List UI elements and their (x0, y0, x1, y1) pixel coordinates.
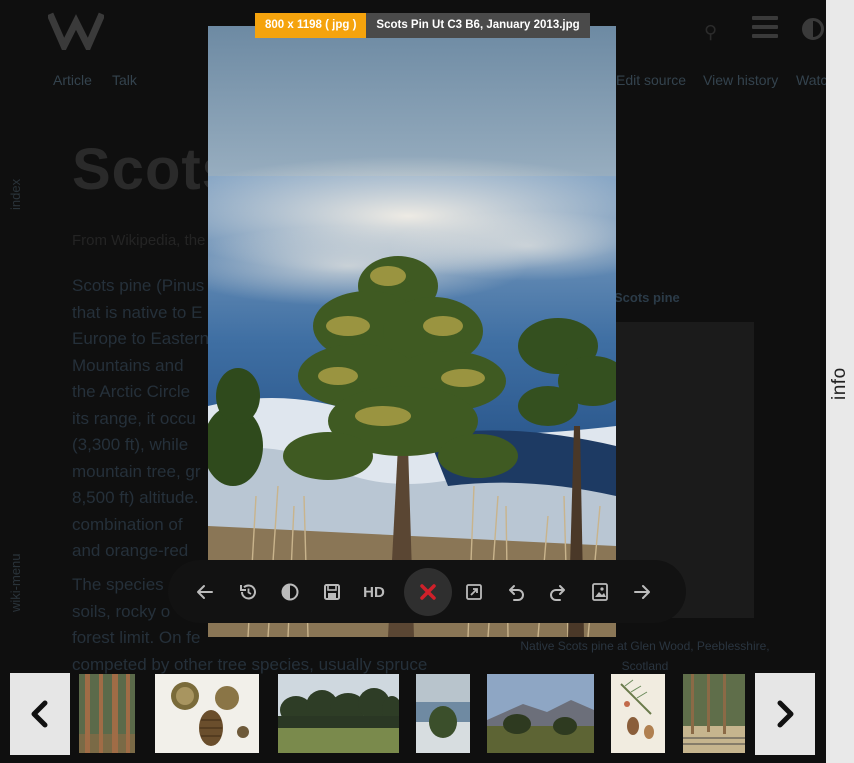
rotate-right-button[interactable] (543, 577, 573, 607)
previous-image-button[interactable] (190, 577, 220, 607)
tab-view-history[interactable]: View history (703, 72, 778, 88)
hd-button[interactable]: HD (359, 577, 389, 607)
arrow-right-icon (634, 585, 650, 599)
menu-icon[interactable] (752, 16, 778, 38)
rotate-left-icon (509, 585, 524, 601)
tab-talk[interactable]: Talk (112, 72, 137, 88)
thumbnail-heath-mountain[interactable] (487, 674, 594, 753)
thumbnail-pine-cones[interactable] (155, 674, 259, 753)
page-subtitle: From Wikipedia, the (72, 232, 206, 249)
thumbnail-strip (0, 672, 826, 756)
thumbnails-next-button[interactable] (755, 673, 815, 755)
save-icon (324, 584, 340, 600)
tab-article[interactable]: Article (53, 72, 92, 88)
open-original-button[interactable] (459, 577, 489, 607)
thumbnail-forest-trunks[interactable] (79, 674, 135, 753)
chevron-left-icon (31, 700, 48, 728)
infobox-caption: Native Scots pine at Glen Wood, Peebless… (510, 636, 780, 676)
rotate-left-button[interactable] (501, 577, 531, 607)
arrow-left-icon (197, 585, 213, 599)
thumbnails-prev-button[interactable] (10, 673, 70, 755)
image-info-button[interactable] (585, 577, 615, 607)
image-dimensions: 800 x 1198 ( jpg ) (255, 13, 367, 38)
chevron-right-icon (777, 700, 794, 728)
main-viewer-image[interactable] (208, 26, 616, 637)
contrast-button[interactable] (275, 577, 305, 607)
index-side-label[interactable]: index (8, 179, 23, 210)
thumbnail-pine-grove[interactable] (278, 674, 399, 753)
caption-line: Native Scots pine at Glen Wood, Peebless… (520, 639, 770, 653)
thumbnail-lake-winter[interactable] (416, 674, 470, 753)
rotate-right-icon (550, 585, 565, 601)
wikipedia-logo-icon[interactable] (48, 10, 104, 50)
close-viewer-button[interactable] (404, 568, 452, 616)
save-button[interactable] (317, 577, 347, 607)
viewer-toolbar: HD (168, 560, 686, 623)
theme-toggle-icon[interactable] (802, 18, 824, 40)
tab-edit-source[interactable]: Edit source (616, 72, 686, 88)
contrast-icon (281, 583, 299, 601)
next-image-button[interactable] (627, 577, 657, 607)
reset-view-button[interactable] (233, 577, 263, 607)
wiki-menu-side-label[interactable]: wiki-menu (8, 553, 23, 612)
image-filename: Scots Pin Ut C3 B6, January 2013.jpg (366, 13, 590, 38)
hd-label: HD (363, 583, 385, 601)
infobox-title: Scots pine (614, 290, 680, 305)
search-icon[interactable]: ⚲ (704, 22, 717, 43)
image-icon (592, 583, 608, 601)
thumbnail-pine-forest-fence[interactable] (683, 674, 745, 753)
image-meta-bar: 800 x 1198 ( jpg ) Scots Pin Ut C3 B6, J… (255, 13, 590, 38)
open-external-icon (466, 584, 482, 600)
thumbnail-botanical-plate[interactable] (611, 674, 665, 753)
info-tab-label: info (829, 367, 850, 400)
info-panel-tab[interactable]: info (826, 0, 854, 763)
close-icon (420, 584, 436, 600)
history-icon (240, 584, 256, 600)
